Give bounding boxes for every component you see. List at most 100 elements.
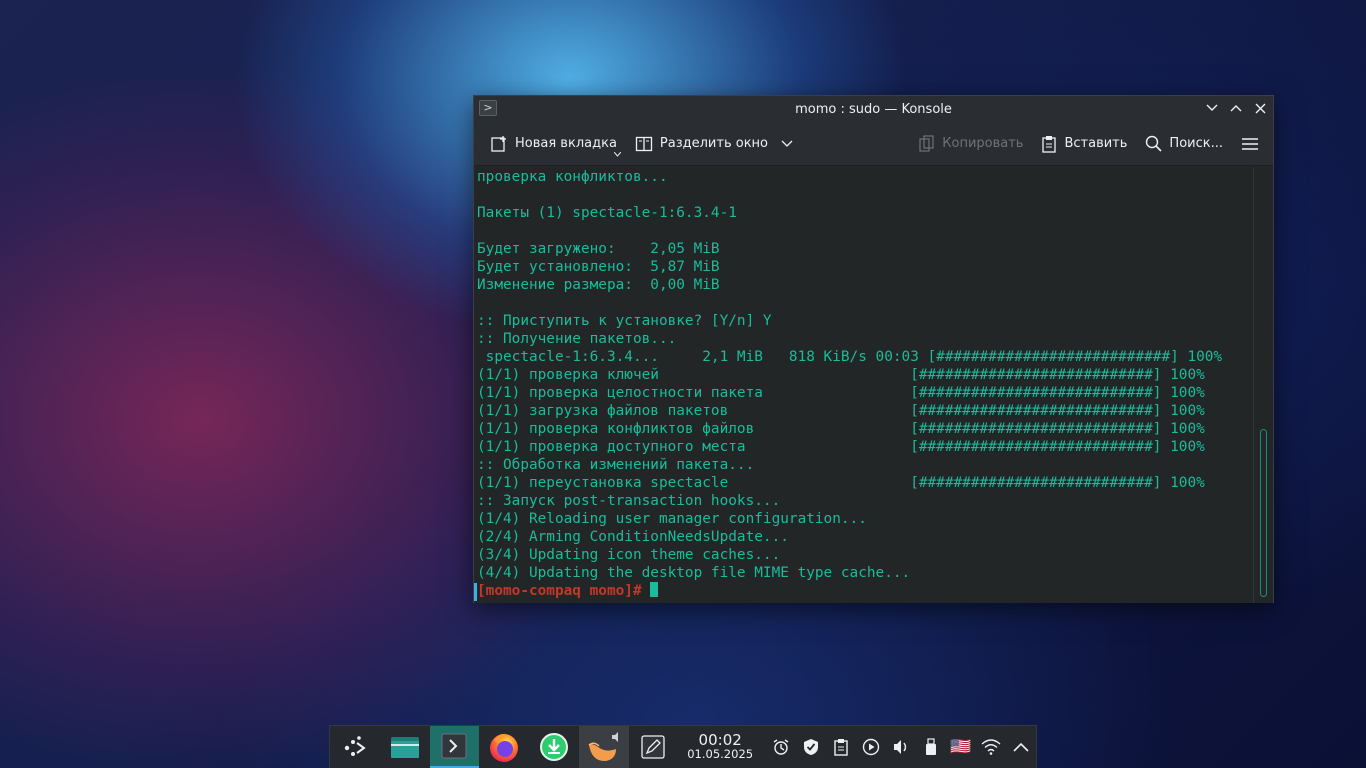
alarm-clock-icon <box>773 739 789 755</box>
terminal-prompt-line: [momo-compaq momo]# <box>477 582 1254 600</box>
terminal-line: (1/4) Reloading user manager configurati… <box>477 511 867 527</box>
new-tab-button[interactable]: Новая вкладка <box>490 135 621 157</box>
terminal-line: (1/1) проверка ключей [#################… <box>477 367 1205 383</box>
copy-label: Копировать <box>942 136 1024 151</box>
clipboard-icon <box>834 739 848 756</box>
terminal-line: Будет установлено: 5,87 MiB <box>477 259 720 275</box>
system-tray: 🇺🇸 <box>766 726 1036 768</box>
tray-security[interactable] <box>796 726 826 768</box>
clock-date: 01.05.2025 <box>687 747 754 761</box>
paste-icon <box>1042 135 1057 153</box>
text-cursor <box>650 582 659 597</box>
split-view-button[interactable]: Разделить окно <box>635 135 793 153</box>
terminal-line: :: Обработка изменений пакета... <box>477 457 755 473</box>
paste-button[interactable]: Вставить <box>1041 135 1127 153</box>
terminal-line: (1/1) проверка конфликтов файлов [######… <box>477 421 1205 437</box>
terminal-output[interactable]: проверка конфликтов... Пакеты (1) spectac… <box>474 167 1254 603</box>
orange-player-icon <box>588 732 618 762</box>
terminal-line: Будет загружено: 2,05 MiB <box>477 241 720 257</box>
close-icon <box>1255 103 1265 113</box>
chevron-up-icon <box>1230 105 1242 112</box>
clock-time: 00:02 <box>698 731 742 749</box>
minimize-button[interactable] <box>1203 99 1221 117</box>
dropdown-indicator-icon <box>613 151 621 157</box>
prompt-directory: momo <box>580 583 625 599</box>
terminal-line: (1/1) загрузка файлов пакетов [#########… <box>477 403 1205 419</box>
terminal-line: :: Получение пакетов... <box>477 331 677 347</box>
hamburger-menu-icon <box>1242 137 1258 150</box>
terminal-line: (1/1) проверка целостности пакета [#####… <box>477 385 1205 401</box>
us-flag-icon: 🇺🇸 <box>950 737 972 757</box>
terminal-line: spectacle-1:6.3.4... 2,1 MiB 818 KiB/s 0… <box>477 349 1223 365</box>
prompt-symbol: ]# <box>624 583 642 599</box>
tray-notifications[interactable] <box>766 726 796 768</box>
terminal-line: Изменение размера: 0,00 MiB <box>477 277 720 293</box>
folder-icon <box>390 737 419 758</box>
tray-network[interactable] <box>976 726 1006 768</box>
terminal-line: (1/1) переустановка spectacle [#########… <box>477 475 1205 491</box>
taskbar-updater[interactable] <box>529 726 579 768</box>
terminal-line: (2/4) Arming ConditionNeedsUpdate... <box>477 529 789 545</box>
terminal-lines: проверка конфликтов... Пакеты (1) spectac… <box>477 168 1254 582</box>
taskbar-text-editor[interactable] <box>629 726 679 768</box>
terminal-line: проверка конфликтов... <box>477 169 668 185</box>
chevron-down-icon <box>1206 104 1218 111</box>
play-circle-icon <box>862 738 880 756</box>
konsole-app-icon[interactable]: > <box>479 100 497 116</box>
konsole-toolbar: Новая вкладка Разделить окно Копировать <box>474 122 1273 166</box>
copy-icon <box>919 134 934 152</box>
window-titlebar[interactable]: > momo : sudo — Konsole <box>474 96 1273 122</box>
wifi-icon <box>981 739 1001 755</box>
close-button[interactable] <box>1251 99 1269 117</box>
paste-label: Вставить <box>1064 136 1128 151</box>
chevron-down-icon[interactable] <box>781 140 793 148</box>
split-view-label: Разделить окно <box>659 136 768 151</box>
edit-document-icon <box>641 735 666 759</box>
terminal-line: Пакеты (1) spectacle-1:6.3.4-1 <box>477 205 737 221</box>
search-button[interactable]: Поиск... <box>1145 135 1223 152</box>
terminal-line: (3/4) Updating icon theme caches... <box>477 547 781 563</box>
taskbar-dolphin[interactable] <box>380 726 430 768</box>
taskbar-audio-player[interactable] <box>578 726 629 768</box>
application-launcher-button[interactable] <box>330 726 380 768</box>
download-update-icon <box>539 733 568 761</box>
taskbar-firefox[interactable] <box>479 726 529 768</box>
tray-expand-button[interactable] <box>1006 726 1036 768</box>
tray-removable-device[interactable] <box>916 726 946 768</box>
chevron-up-icon <box>1013 742 1029 752</box>
split-view-icon <box>635 136 653 151</box>
terminal-line: (4/4) Updating the desktop file MIME typ… <box>477 565 911 581</box>
kde-launcher-icon <box>344 736 366 756</box>
terminal-icon <box>441 733 467 759</box>
firefox-icon <box>490 733 519 762</box>
tray-volume[interactable] <box>886 726 916 768</box>
konsole-window: > momo : sudo — Konsole Новая вкладка Ра… <box>473 95 1274 603</box>
terminal-line: :: Приступить к установке? [Y/n] Y <box>477 313 772 329</box>
tray-clipboard[interactable] <box>826 726 856 768</box>
shield-check-icon <box>803 739 818 755</box>
new-tab-label: Новая вкладка <box>515 136 617 151</box>
hamburger-menu-button[interactable] <box>1241 137 1259 151</box>
copy-button[interactable]: Копировать <box>919 134 1024 153</box>
scrollbar-thumb[interactable] <box>1260 429 1267 597</box>
current-line-marker <box>474 583 477 601</box>
terminal-line: :: Запуск post-transaction hooks... <box>477 493 781 509</box>
usb-drive-icon <box>925 738 936 755</box>
tray-keyboard-layout[interactable]: 🇺🇸 <box>946 726 976 768</box>
prompt-user-host: [momo-compaq <box>477 583 581 599</box>
volume-icon <box>893 740 907 754</box>
taskbar-konsole[interactable] <box>429 726 480 768</box>
terminal-line: (1/1) проверка доступного места [#######… <box>477 439 1205 455</box>
window-title: momo : sudo — Konsole <box>795 101 952 117</box>
taskbar-panel: 00:02 01.05.2025 🇺🇸 <box>329 725 1037 768</box>
digital-clock[interactable]: 00:02 01.05.2025 <box>680 731 760 762</box>
search-label: Поиск... <box>1169 136 1223 151</box>
maximize-button[interactable] <box>1227 99 1245 117</box>
new-tab-icon <box>491 135 506 152</box>
tray-media-player[interactable] <box>856 726 886 768</box>
terminal-scrollbar[interactable] <box>1253 167 1273 603</box>
search-icon <box>1146 135 1162 152</box>
